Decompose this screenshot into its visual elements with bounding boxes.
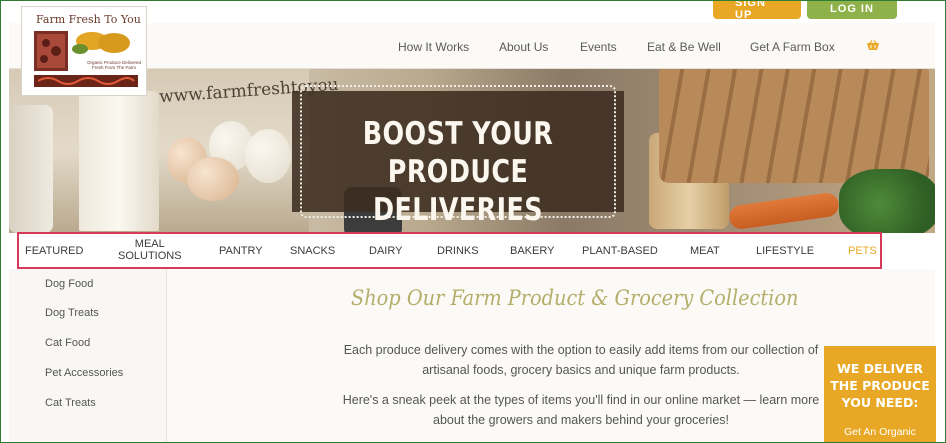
hero-title-line1: BOOST YOUR bbox=[362, 116, 554, 152]
category-pets[interactable]: PETS bbox=[848, 245, 877, 257]
log-in-button[interactable]: LOG IN bbox=[807, 1, 897, 19]
intro-line2: artisanal foods, grocery basics and uniq… bbox=[422, 363, 740, 377]
sidebar-item-dog-treats[interactable]: Dog Treats bbox=[45, 307, 99, 319]
category-meat[interactable]: MEAT bbox=[690, 245, 720, 257]
sidebar-item-cat-treats[interactable]: Cat Treats bbox=[45, 397, 96, 409]
category-meal-solutions[interactable]: MEAL SOLUTIONS bbox=[118, 238, 182, 262]
sidebar-item-dog-food[interactable]: Dog Food bbox=[45, 278, 93, 290]
nav-how-it-works[interactable]: How It Works bbox=[398, 40, 469, 54]
sidebar-item-pet-accessories[interactable]: Pet Accessories bbox=[45, 367, 123, 379]
hero-title-line2: PRODUCE DELIVERIES bbox=[373, 154, 543, 228]
carrot bbox=[727, 191, 841, 231]
jar-left bbox=[9, 105, 53, 233]
hero-title: BOOST YOUR PRODUCE DELIVERIES bbox=[322, 115, 594, 229]
intro-line1: Each produce delivery comes with the opt… bbox=[343, 343, 819, 357]
promo-line3: YOU NEED: bbox=[841, 395, 919, 410]
sign-up-button[interactable]: SIGN UP bbox=[713, 1, 801, 21]
egg bbox=[245, 129, 291, 183]
hero-image: www.farmfreshtoyou BOOST YOUR PRODUCE DE… bbox=[9, 69, 935, 233]
category-pantry[interactable]: PANTRY bbox=[219, 245, 263, 257]
nav-about-us[interactable]: About Us bbox=[499, 40, 548, 54]
category-bakery[interactable]: BAKERY bbox=[510, 245, 554, 257]
category-snacks[interactable]: SNACKS bbox=[290, 245, 335, 257]
nav-get-a-farm-box[interactable]: Get A Farm Box bbox=[750, 40, 835, 54]
shop-heading: Shop Our Farm Product & Grocery Collecti… bbox=[351, 286, 799, 310]
sneak-peek-line1: Here's a sneak peek at the types of item… bbox=[342, 393, 820, 407]
egg bbox=[187, 157, 239, 201]
category-dairy[interactable]: DAIRY bbox=[369, 245, 402, 257]
category-bar: FEATURED MEAL SOLUTIONS PANTRY SNACKS DA… bbox=[17, 232, 882, 269]
promo-title: WE DELIVER THE PRODUCE YOU NEED: bbox=[824, 360, 936, 411]
promo-subtext: Get An Organic bbox=[844, 426, 916, 438]
sidebar-item-cat-food[interactable]: Cat Food bbox=[45, 337, 90, 349]
bread-loaf bbox=[659, 69, 929, 183]
sidebar bbox=[9, 269, 167, 442]
hero-banner: BOOST YOUR PRODUCE DELIVERIES bbox=[292, 85, 624, 228]
promo-line2: THE PRODUCE bbox=[830, 378, 930, 393]
nav-events[interactable]: Events bbox=[580, 40, 617, 54]
milk-bottle bbox=[79, 91, 159, 231]
nav-eat-be-well[interactable]: Eat & Be Well bbox=[647, 40, 721, 54]
logo-tagline: Organic Produce Delivered Fresh From The… bbox=[86, 60, 142, 70]
basket-icon[interactable] bbox=[866, 40, 880, 51]
category-meal-line2: SOLUTIONS bbox=[118, 250, 182, 262]
category-featured[interactable]: FEATURED bbox=[25, 245, 83, 257]
page-frame: SIGN UP LOG IN How It Works About Us Eve… bbox=[0, 0, 946, 443]
sneak-peek-paragraph: Here's a sneak peek at the types of item… bbox=[301, 390, 861, 430]
promo-box[interactable]: WE DELIVER THE PRODUCE YOU NEED: Get An … bbox=[824, 346, 936, 442]
logo-wordmark: Farm Fresh To You bbox=[36, 13, 141, 26]
greens bbox=[839, 169, 935, 233]
category-plant-based[interactable]: PLANT-BASED bbox=[582, 245, 658, 257]
category-drinks[interactable]: DRINKS bbox=[437, 245, 479, 257]
sneak-peek-line2: about the growers and makers behind your… bbox=[433, 413, 729, 427]
intro-paragraph: Each produce delivery comes with the opt… bbox=[301, 340, 861, 380]
promo-line1: WE DELIVER bbox=[836, 361, 924, 376]
category-meal-line1: MEAL bbox=[134, 238, 165, 250]
main-nav: How It Works About Us Events Eat & Be We… bbox=[9, 23, 935, 69]
category-lifestyle[interactable]: LIFESTYLE bbox=[756, 245, 814, 257]
site-logo[interactable]: Farm Fresh To You Organic Produce Delive… bbox=[21, 6, 147, 96]
